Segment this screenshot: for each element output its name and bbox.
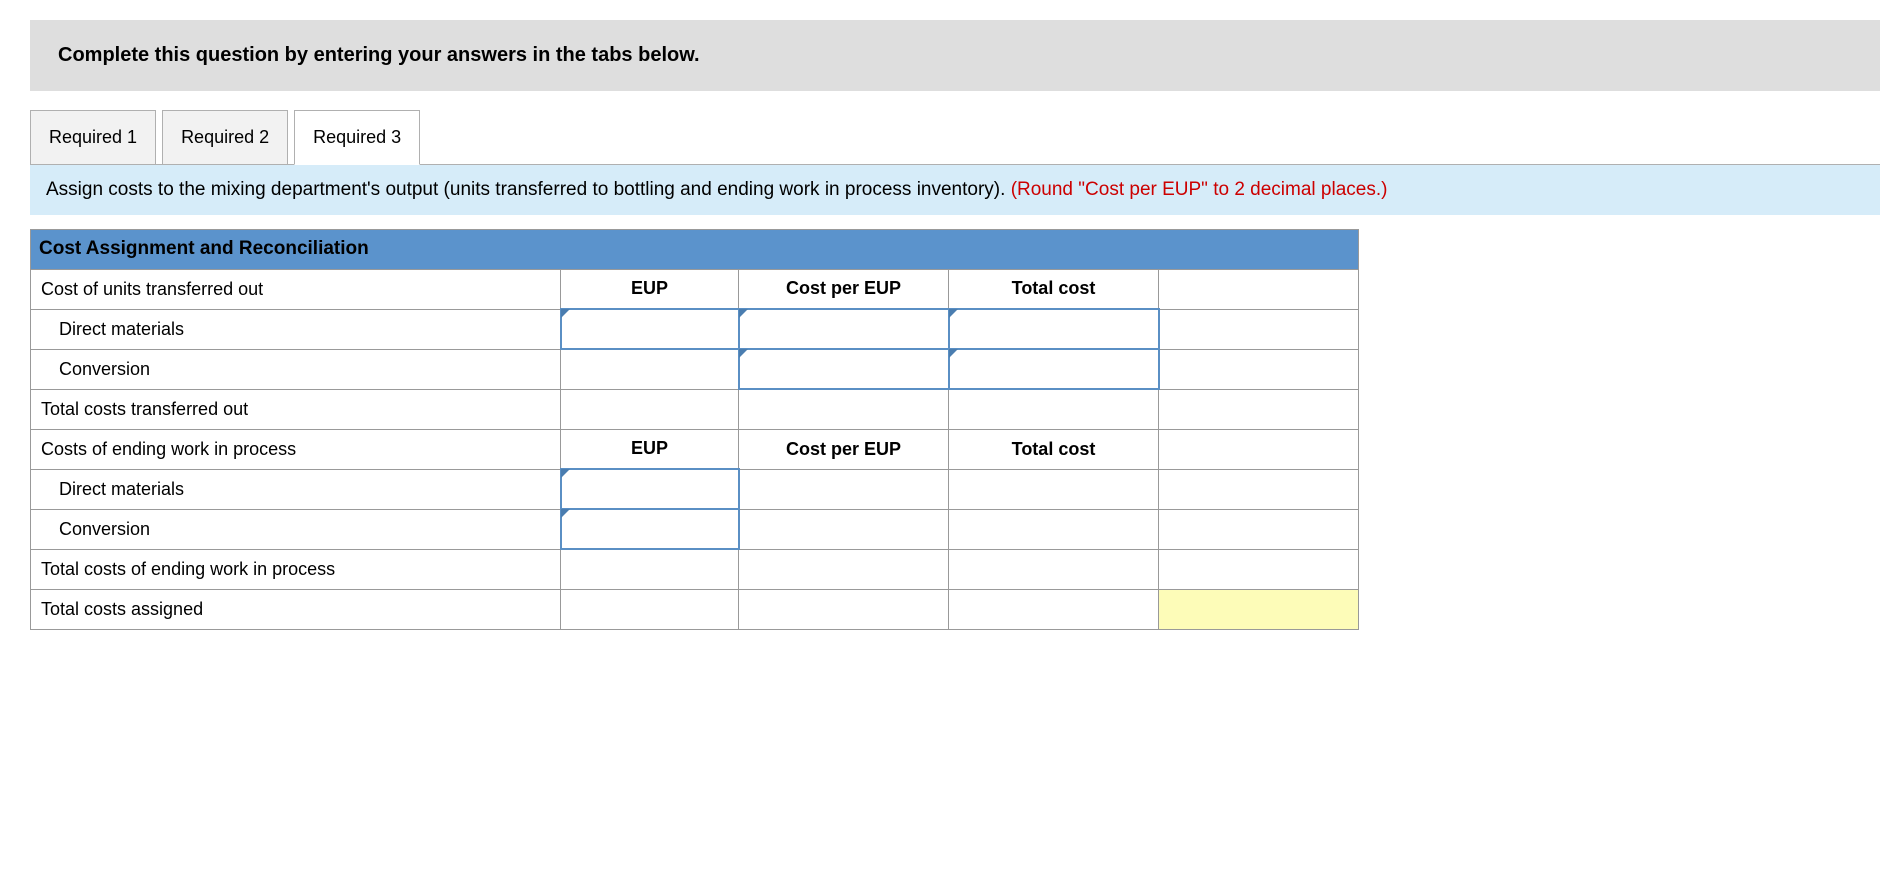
row-label-conv-2: Conversion: [31, 509, 561, 549]
input-dm1-eup[interactable]: [561, 309, 739, 349]
total-assigned-result: [1159, 589, 1359, 629]
blank-cell: [949, 549, 1159, 589]
cell-conv1-eup: [561, 349, 739, 389]
instruction-banner: Complete this question by entering your …: [30, 20, 1880, 91]
col-header-cpe-2: Cost per EUP: [739, 429, 949, 469]
col-header-total-2: Total cost: [949, 429, 1159, 469]
input-dm1-cpe[interactable]: [739, 309, 949, 349]
blank-cell: [1159, 309, 1359, 349]
cost-table: Cost Assignment and Reconciliation Cost …: [30, 229, 1359, 630]
row-label-dm-1: Direct materials: [31, 309, 561, 349]
col-header-cpe-1: Cost per EUP: [739, 269, 949, 309]
row-label-total-transferred: Total costs transferred out: [31, 389, 561, 429]
row-label-transferred-out: Cost of units transferred out: [31, 269, 561, 309]
row-label-total-ending: Total costs of ending work in process: [31, 549, 561, 589]
blank-cell: [1159, 429, 1359, 469]
row-label-total-assigned: Total costs assigned: [31, 589, 561, 629]
row-label-ending-wip: Costs of ending work in process: [31, 429, 561, 469]
tab-required-2[interactable]: Required 2: [162, 110, 288, 165]
blank-cell: [561, 389, 739, 429]
row-label-conv-1: Conversion: [31, 349, 561, 389]
blank-cell: [739, 549, 949, 589]
blank-cell: [561, 549, 739, 589]
blank-cell: [739, 469, 949, 509]
blank-cell: [1159, 469, 1359, 509]
input-dm2-eup[interactable]: [561, 469, 739, 509]
blank-cell: [1159, 349, 1359, 389]
input-conv2-eup[interactable]: [561, 509, 739, 549]
col-header-eup-2: EUP: [561, 429, 739, 469]
blank-cell: [949, 589, 1159, 629]
tab-required-3[interactable]: Required 3: [294, 110, 420, 165]
blank-cell: [949, 509, 1159, 549]
tabs-container: Required 1 Required 2 Required 3: [30, 109, 1880, 164]
blank-cell: [739, 389, 949, 429]
blank-cell: [561, 589, 739, 629]
prompt-main: Assign costs to the mixing department's …: [46, 179, 1011, 200]
input-conv1-cpe[interactable]: [739, 349, 949, 389]
input-conv1-total[interactable]: [949, 349, 1159, 389]
blank-cell: [1159, 269, 1359, 309]
blank-cell: [1159, 389, 1359, 429]
row-label-dm-2: Direct materials: [31, 469, 561, 509]
table-title: Cost Assignment and Reconciliation: [31, 229, 1359, 269]
input-dm1-total[interactable]: [949, 309, 1159, 349]
col-header-total-1: Total cost: [949, 269, 1159, 309]
prompt-red: (Round "Cost per EUP" to 2 decimal place…: [1011, 179, 1388, 200]
blank-cell: [949, 389, 1159, 429]
blank-cell: [949, 469, 1159, 509]
blank-cell: [1159, 509, 1359, 549]
blank-cell: [739, 589, 949, 629]
tab-required-1[interactable]: Required 1: [30, 110, 156, 165]
blank-cell: [739, 509, 949, 549]
prompt-text: Assign costs to the mixing department's …: [30, 164, 1880, 215]
col-header-eup-1: EUP: [561, 269, 739, 309]
blank-cell: [1159, 549, 1359, 589]
